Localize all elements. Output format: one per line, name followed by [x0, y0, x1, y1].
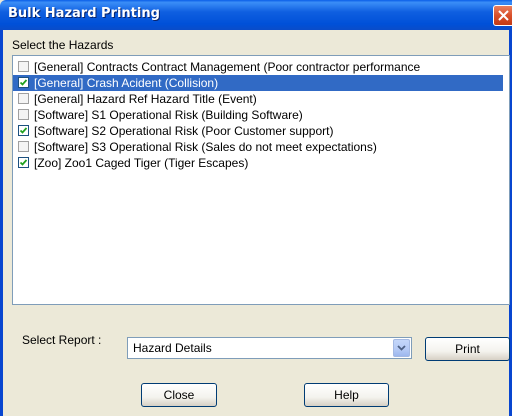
checkbox[interactable] [18, 61, 29, 72]
check-icon [19, 159, 28, 166]
check-icon [19, 79, 28, 86]
hazard-list-item[interactable]: [Zoo] Zoo1 Caged Tiger (Tiger Escapes) [13, 155, 503, 171]
close-button[interactable]: Close [141, 383, 217, 407]
checkbox[interactable] [18, 77, 29, 88]
close-x-icon[interactable] [493, 5, 512, 26]
hazard-list-item-label: [General] Crash Acident (Collision) [34, 76, 219, 90]
hazard-list-item-label: [General] Contracts Contract Management … [34, 60, 421, 74]
checkbox[interactable] [18, 93, 29, 104]
hazard-list-item-label: [Software] S2 Operational Risk (Poor Cus… [34, 124, 334, 138]
hazard-list-item-label: [Software] S3 Operational Risk (Sales do… [34, 140, 377, 154]
hazard-list-item[interactable]: [General] Crash Acident (Collision) [13, 75, 503, 91]
hazard-list-item[interactable]: [General] Contracts Contract Management … [13, 59, 503, 75]
hazard-list-item-label: [Zoo] Zoo1 Caged Tiger (Tiger Escapes) [34, 156, 249, 170]
checkbox[interactable] [18, 141, 29, 152]
hazards-listbox[interactable]: [General] Contracts Contract Management … [12, 55, 510, 305]
print-button[interactable]: Print [425, 337, 510, 361]
hazard-list-item-label: [Software] S1 Operational Risk (Building… [34, 108, 303, 122]
bulk-hazard-printing-dialog: Bulk Hazard Printing Select the Hazards … [0, 0, 512, 416]
hazard-list-item[interactable]: [Software] S2 Operational Risk (Poor Cus… [13, 123, 503, 139]
hazard-list-item[interactable]: [Software] S3 Operational Risk (Sales do… [13, 139, 503, 155]
report-select-value: Hazard Details [133, 341, 212, 355]
title-bar[interactable]: Bulk Hazard Printing [0, 0, 512, 30]
window-frame-left [0, 30, 3, 416]
window-title: Bulk Hazard Printing [8, 6, 160, 21]
checkbox[interactable] [18, 125, 29, 136]
report-select[interactable]: Hazard Details [127, 337, 412, 359]
check-icon [19, 127, 28, 134]
checkbox[interactable] [18, 157, 29, 168]
select-report-label: Select Report : [22, 333, 102, 347]
hazard-list-item[interactable]: [Software] S1 Operational Risk (Building… [13, 107, 503, 123]
help-button[interactable]: Help [304, 383, 389, 407]
hazard-list-item[interactable]: [General] Hazard Ref Hazard Title (Event… [13, 91, 503, 107]
hazards-label: Select the Hazards [12, 38, 114, 52]
checkbox[interactable] [18, 109, 29, 120]
hazard-list-item-label: [General] Hazard Ref Hazard Title (Event… [34, 92, 257, 106]
chevron-down-icon[interactable] [393, 339, 410, 357]
